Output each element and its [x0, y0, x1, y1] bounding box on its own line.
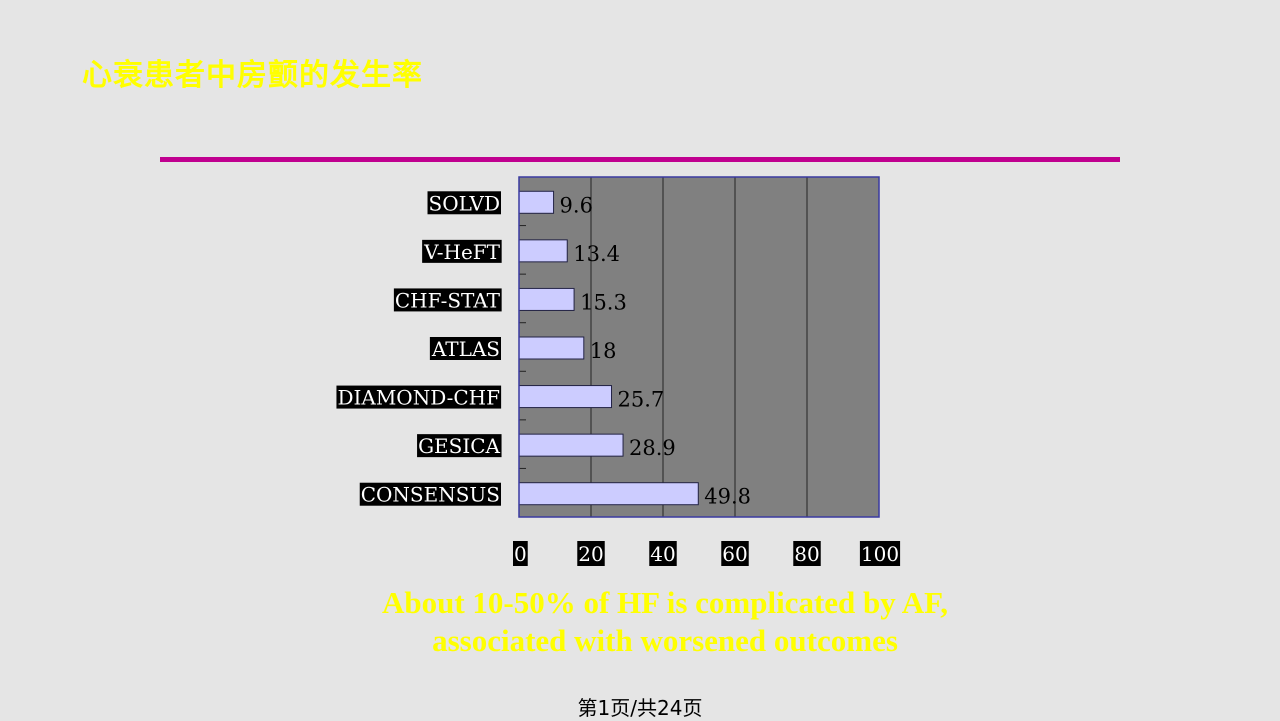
x-tick-label-text: 0 [514, 542, 527, 566]
value-label: 9.6 [560, 193, 593, 217]
x-tick-label: 0 [513, 541, 528, 566]
x-tick-label: 80 [793, 541, 821, 566]
value-label: 15.3 [580, 290, 627, 314]
x-tick-label-text: 60 [722, 542, 747, 566]
category-label: CONSENSUS [359, 482, 501, 507]
category-label-text: V-HeFT [423, 240, 501, 264]
bar [518, 482, 699, 506]
value-label: 13.4 [573, 242, 620, 266]
value-label: 49.8 [704, 485, 751, 509]
category-label: ATLAS [429, 337, 501, 361]
category-label: DIAMOND-CHF [336, 385, 502, 410]
value-label: 18 [590, 339, 617, 363]
value-label: 25.7 [618, 388, 665, 412]
category-label-text: SOLVD [429, 191, 500, 215]
category-label-text: CONSENSUS [361, 483, 500, 507]
bar [518, 190, 555, 214]
bar [518, 385, 613, 409]
category-label-text: CHF-STAT [395, 288, 501, 312]
x-tick-label-text: 40 [650, 542, 675, 566]
caption: About 10-50% of HF is complicated by AF,… [0, 584, 1280, 660]
x-tick-label-text: 100 [861, 542, 899, 566]
value-label: 28.9 [629, 436, 676, 460]
bar [518, 336, 585, 360]
x-tick-label: 60 [721, 541, 749, 566]
category-label-text: GESICA [418, 434, 500, 458]
bar [518, 287, 575, 311]
caption-line-1: About 10-50% of HF is complicated by AF, [381, 585, 949, 620]
category-label-text: ATLAS [431, 337, 500, 361]
category-label: V-HeFT [422, 239, 502, 264]
category-label: GESICA [417, 434, 502, 458]
x-tick-label-text: 80 [794, 542, 819, 566]
category-label: CHF-STAT [393, 288, 502, 312]
category-label: SOLVD [427, 191, 501, 215]
x-tick-label: 20 [577, 541, 605, 566]
x-tick-label: 40 [649, 541, 677, 566]
bar [518, 239, 568, 263]
caption-line-2: associated with worsened outcomes [432, 623, 898, 658]
category-labels: SOLVD V-HeFT CHF-STAT ATLAS DIAMOND-CHF GESIC… [336, 191, 502, 507]
x-tick-labels: 0 20 40 60 80 100 [513, 541, 901, 566]
page-indicator: 第1页/共24页 [577, 696, 703, 720]
category-label-text: DIAMOND-CHF [337, 386, 500, 410]
x-tick-label: 100 [859, 541, 901, 566]
bar [518, 433, 624, 457]
x-tick-label-text: 20 [578, 542, 603, 566]
